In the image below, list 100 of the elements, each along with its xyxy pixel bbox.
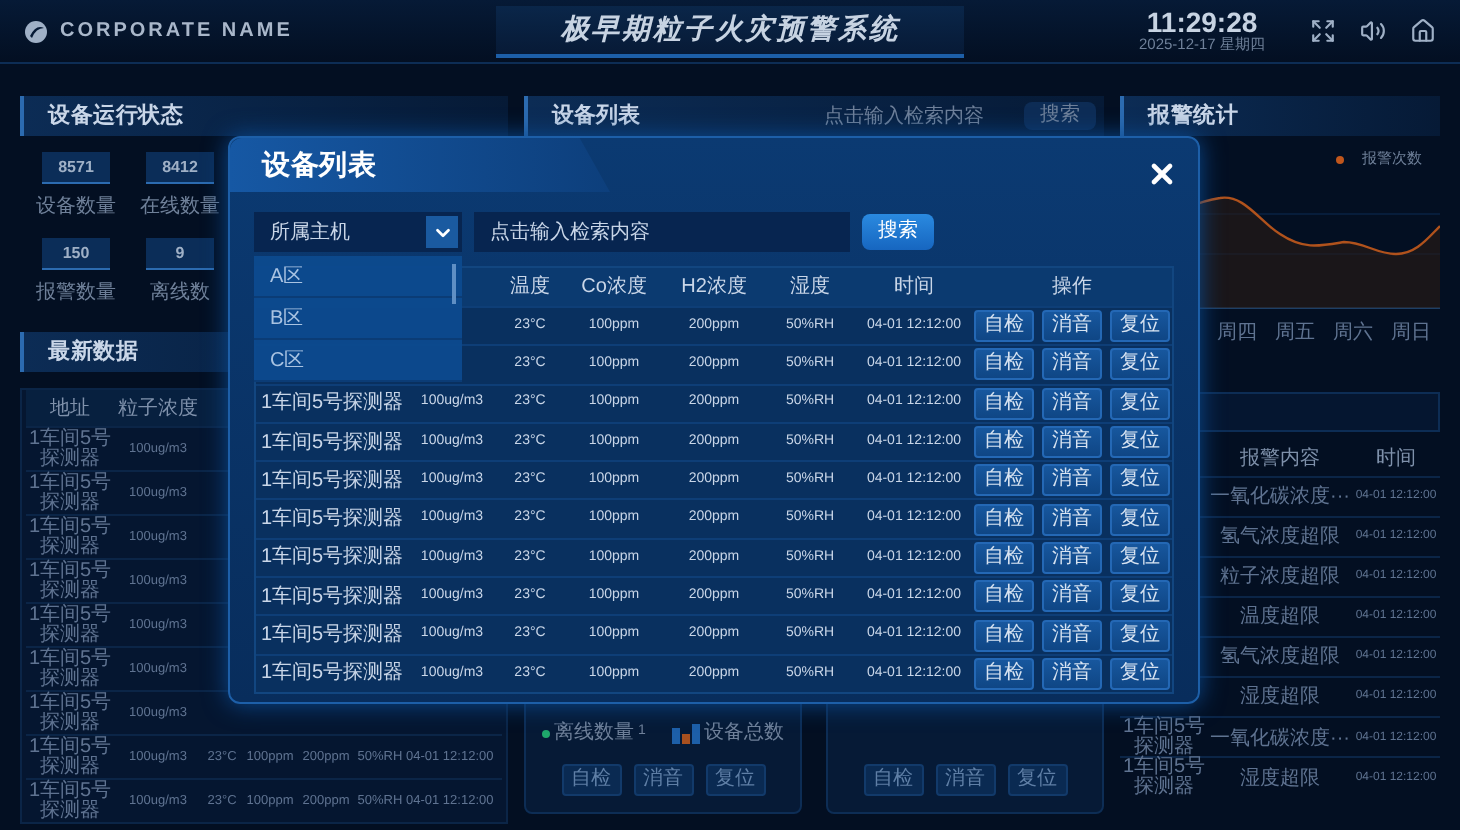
action-button[interactable]: 自检 — [974, 348, 1034, 381]
action-button[interactable]: 消音 — [1042, 619, 1102, 652]
brand-name: CORPORATE NAME — [60, 18, 293, 46]
action-button[interactable]: 自检 — [974, 310, 1034, 343]
table-cell: 1车间5号探测器 — [26, 693, 114, 733]
column-header: 温度 — [508, 273, 552, 302]
table-cell: 1车间5号探测器 — [26, 517, 114, 557]
action-button[interactable]: 复位 — [1110, 503, 1170, 536]
table-cell-text: 1车间5号探测器 — [258, 583, 406, 612]
action-button[interactable]: 复位 — [705, 764, 765, 796]
action-button[interactable]: 复位 — [1110, 464, 1170, 497]
table-cell: 1车间5号探测器 — [26, 473, 114, 513]
fullscreen-icon[interactable] — [1310, 18, 1336, 44]
axis-label: 周四 — [1215, 320, 1259, 348]
stat-value: 8571 — [42, 152, 110, 184]
action-button[interactable]: 复位 — [1110, 619, 1170, 652]
action-button[interactable]: 复位 — [1110, 348, 1170, 381]
action-button[interactable]: 自检 — [974, 387, 1034, 420]
search-button[interactable]: 搜索 — [1024, 102, 1096, 130]
action-button[interactable]: 自检 — [974, 657, 1034, 690]
legend-swatch — [1336, 155, 1344, 163]
action-button[interactable]: 复位 — [1110, 580, 1170, 613]
legend-label: 离线数量 — [554, 719, 634, 748]
bar-chart-icon — [672, 723, 700, 743]
action-button[interactable]: 自检 — [974, 426, 1034, 459]
system-title: 极早期粒子火灾预警系统 — [496, 5, 964, 57]
volume-icon[interactable] — [1360, 18, 1386, 44]
stat-value: 8412 — [146, 152, 214, 184]
action-button[interactable]: 消音 — [1042, 387, 1102, 420]
search-field[interactable]: 点击输入检索内容 — [474, 212, 850, 252]
search-field[interactable]: 点击输入检索内容 — [824, 102, 1008, 130]
action-button[interactable]: 消音 — [1042, 503, 1102, 536]
action-button[interactable]: 消音 — [1042, 580, 1102, 613]
table-cell-text: 粒子浓度超限 — [1218, 563, 1342, 592]
column-header: 操作 — [1050, 274, 1094, 302]
action-button[interactable]: 复位 — [1110, 426, 1170, 459]
column-header: 时间 — [1374, 445, 1418, 473]
table-cell: 1车间5号探测器 — [26, 649, 114, 689]
axis-label: 周五 — [1273, 320, 1317, 348]
column-header: H2浓度 — [679, 273, 749, 302]
action-button[interactable]: 消音 — [1042, 348, 1102, 381]
action-button[interactable]: 自检 — [974, 503, 1034, 536]
action-button[interactable]: 自检 — [561, 764, 621, 796]
column-header: 报警内容 — [1238, 445, 1322, 473]
table-cell: 1车间5号探测器 — [26, 605, 114, 645]
action-button[interactable]: 复位 — [1110, 657, 1170, 690]
action-button[interactable]: 消音 — [633, 764, 693, 796]
panel-title: 设备运行状态 — [20, 96, 508, 136]
close-button[interactable] — [1146, 158, 1178, 190]
search-button[interactable]: 搜索 — [862, 214, 934, 250]
table-cell: 1车间5号探测器 — [26, 737, 114, 777]
action-button[interactable]: 消音 — [935, 764, 995, 796]
action-button[interactable]: 消音 — [1042, 310, 1102, 343]
host-select[interactable]: 所属主机 — [254, 212, 462, 252]
stat-label: 在线数量 — [140, 193, 220, 222]
column-header: 湿度 — [788, 273, 832, 302]
action-button[interactable]: 复位 — [1110, 387, 1170, 420]
stat-label: 离线数 — [150, 279, 210, 308]
table-cell-text: 1车间5号探测器 — [258, 505, 406, 535]
action-button[interactable]: 消音 — [1042, 426, 1102, 459]
action-button[interactable]: 自检 — [974, 464, 1034, 497]
clock-time: 11:29:28 — [1146, 7, 1258, 35]
table-cell-text: 湿度超限 — [1238, 765, 1322, 793]
panel-title: 设备列表 — [552, 101, 640, 132]
table-cell-text: 温度超限 — [1238, 603, 1322, 632]
home-icon[interactable] — [1410, 18, 1436, 44]
table-cell-text: 1车间5号探测器 — [258, 389, 406, 419]
table-cell: 1车间5号探测器 — [26, 561, 114, 601]
action-button[interactable]: 消音 — [1042, 464, 1102, 497]
action-button[interactable]: 复位 — [1110, 310, 1170, 343]
table-cell-text: 氢气浓度超限 — [1218, 523, 1342, 552]
action-button[interactable]: 自检 — [974, 619, 1034, 652]
action-button[interactable]: 复位 — [1110, 541, 1170, 574]
action-button[interactable]: 消音 — [1042, 657, 1102, 690]
table-cell: 1车间5号探测器 — [26, 429, 114, 469]
scrollbar-thumb — [452, 264, 456, 304]
action-button[interactable]: 自检 — [974, 580, 1034, 613]
stat-label: 报警数量 — [36, 279, 116, 308]
table-cell-text: 一氧化碳浓度··· — [1208, 725, 1352, 753]
action-button[interactable]: 消音 — [1042, 541, 1102, 574]
axis-label: 周日 — [1389, 320, 1433, 348]
panel-title: 报警统计 — [1120, 96, 1440, 136]
logo-icon — [24, 19, 48, 43]
table-cell-text: 一氧化碳浓度··· — [1208, 483, 1352, 512]
action-button[interactable]: 自检 — [974, 541, 1034, 574]
total-label: 设备总数 — [704, 719, 784, 748]
action-button[interactable]: 复位 — [1007, 764, 1067, 796]
column-header: 时间 — [892, 273, 936, 302]
table-cell-text: 1车间5号探测器 — [258, 543, 406, 573]
table-cell: 1车间5号探测器 — [26, 781, 114, 821]
dialog-title: 设备列表 — [230, 138, 610, 192]
axis-label: 周六 — [1331, 319, 1375, 348]
stat-value: 150 — [42, 238, 110, 270]
table-cell-text: 氢气浓度超限 — [1218, 643, 1342, 672]
chevron-icon — [426, 216, 458, 248]
stat-label: 设备数量 — [36, 194, 116, 222]
table-cell: 1车间5号探测器 — [1120, 718, 1208, 758]
action-button[interactable]: 自检 — [863, 764, 923, 796]
column-header: 地址 — [48, 395, 92, 423]
column-header: 粒子浓度 — [116, 395, 200, 423]
